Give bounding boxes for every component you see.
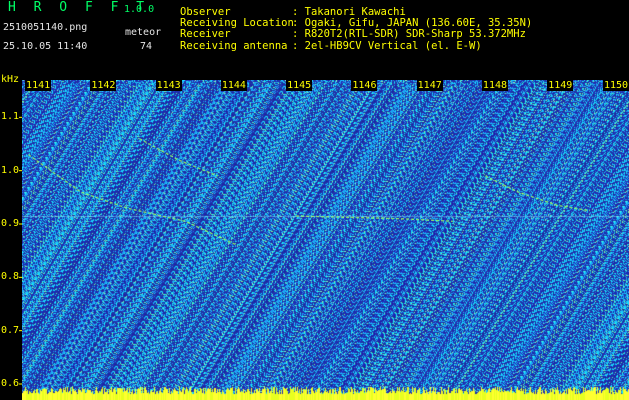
meteor-count: 74 — [140, 41, 153, 52]
meteor-label: meteor — [125, 27, 162, 38]
x-tick-label: 1149 — [547, 80, 574, 91]
x-tick-label: 1144 — [220, 80, 247, 91]
y-tick-label: 0.7 — [1, 324, 20, 336]
x-tick-label: 1145 — [286, 80, 313, 91]
x-tick-label: 1141 — [25, 80, 52, 91]
spectrogram — [22, 80, 629, 400]
app-version: 1.0.0 — [124, 4, 155, 15]
x-tick-label: 1147 — [416, 80, 443, 91]
y-tick-label: 0.6 — [1, 378, 20, 389]
y-tick-label: 0.9 — [1, 218, 20, 229]
hrofft-window: H R O F F T 1.0.0 2510051140.png 25.10.0… — [0, 0, 629, 400]
file-name: 2510051140.png — [3, 22, 88, 33]
y-tick-label: 1.1 — [1, 111, 20, 123]
x-tick-label: 1146 — [351, 80, 378, 91]
x-tick-label: 1142 — [90, 80, 117, 91]
y-axis-label: kHz — [1, 74, 20, 85]
receiver-value: : R820T2(RTL-SDR) SDR-Sharp 53.372MHz — [292, 28, 526, 40]
antenna-value: : 2el-HB9CV Vertical (el. E-W) — [292, 40, 482, 52]
receiver-label: Receiver — [180, 28, 231, 40]
file-datetime: 25.10.05 11:40 — [3, 41, 88, 52]
y-tick-label: 0.8 — [1, 271, 20, 283]
x-tick-label: 1143 — [155, 80, 182, 91]
antenna-label: Receiving antenna — [180, 40, 288, 52]
x-tick-label: 1148 — [481, 80, 509, 91]
x-tick-label: 1150 — [603, 80, 629, 91]
y-tick-label: 1.0 — [1, 164, 20, 176]
